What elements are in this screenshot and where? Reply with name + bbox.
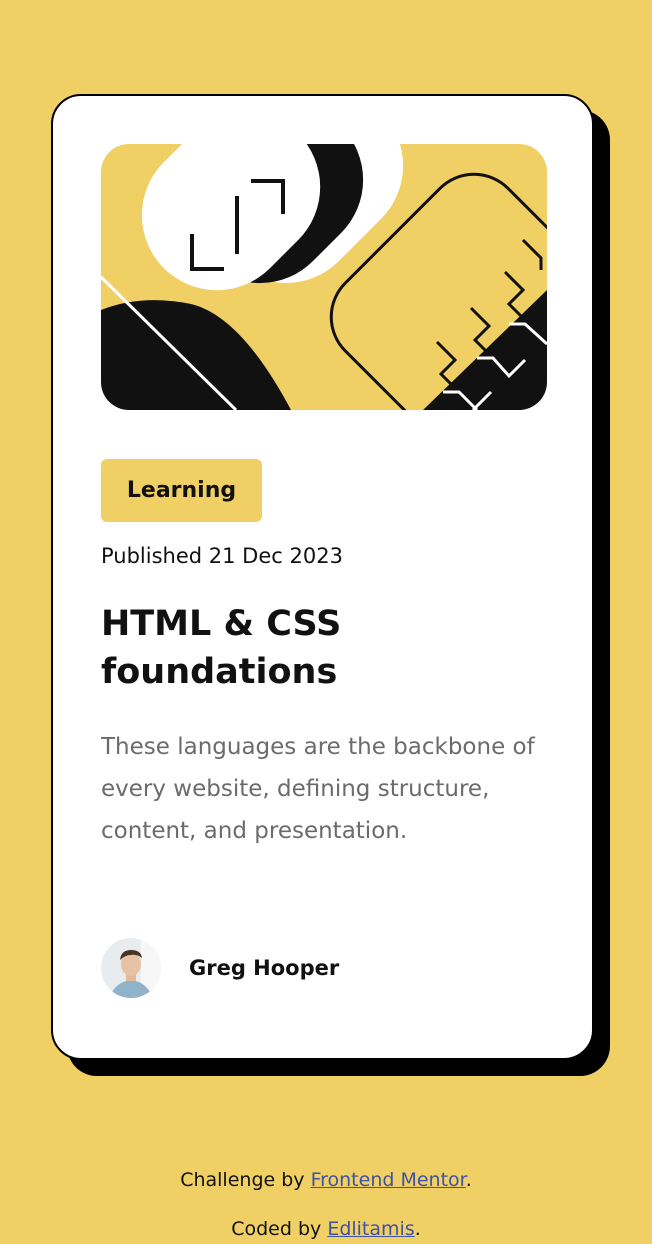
category-tag: Learning (101, 459, 262, 522)
card-title[interactable]: HTML & CSS foundations (101, 600, 541, 696)
avatar (101, 938, 161, 998)
coder-attribution: Coded by Edlitamis. (0, 1218, 652, 1240)
author: Greg Hooper (101, 938, 339, 998)
coded-suffix: . (414, 1218, 421, 1240)
blog-preview-card: Learning Published 21 Dec 2023 HTML & CS… (51, 94, 594, 1060)
challenge-suffix: . (465, 1169, 472, 1191)
coder-link[interactable]: Edlitamis (327, 1218, 414, 1240)
author-name: Greg Hooper (189, 956, 340, 980)
challenge-attribution: Challenge by Frontend Mentor. (0, 1169, 652, 1191)
publish-date: Published 21 Dec 2023 (101, 544, 343, 568)
challenge-prefix: Challenge by (180, 1169, 311, 1191)
frontend-mentor-link[interactable]: Frontend Mentor (311, 1169, 466, 1191)
illustration-image (101, 144, 547, 410)
coded-prefix: Coded by (231, 1218, 328, 1240)
card-description: These languages are the backbone of ever… (101, 734, 535, 844)
